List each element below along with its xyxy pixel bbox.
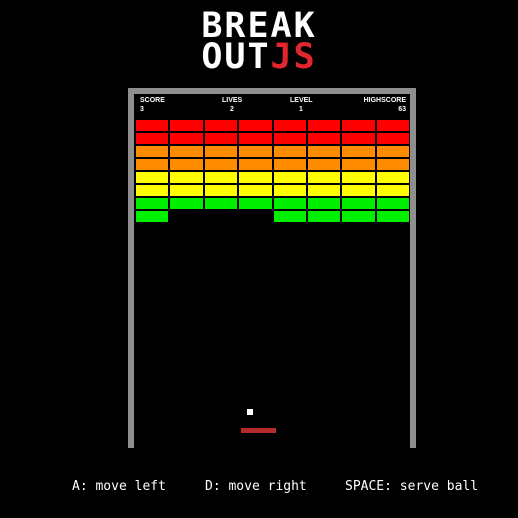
logo-line-2: OUTJS bbox=[0, 40, 518, 75]
brick bbox=[272, 184, 307, 197]
brick bbox=[375, 197, 410, 210]
brick bbox=[306, 197, 342, 210]
brick bbox=[203, 145, 239, 158]
left-wall bbox=[128, 88, 134, 448]
brick bbox=[135, 171, 170, 184]
brick bbox=[238, 171, 273, 184]
logo-out-text: OUT bbox=[201, 37, 271, 77]
score-value: 3 bbox=[140, 106, 144, 113]
brick bbox=[272, 119, 307, 132]
brick bbox=[203, 171, 239, 184]
brick bbox=[306, 171, 342, 184]
brick bbox=[238, 132, 273, 145]
hud-score: SCORE 3 bbox=[140, 96, 165, 114]
lives-label: LIVES bbox=[222, 97, 243, 104]
brick bbox=[135, 184, 170, 197]
level-label: LEVEL bbox=[290, 97, 313, 104]
brick bbox=[135, 119, 170, 132]
controls-hint-bar: A: move left D: move right SPACE: serve … bbox=[0, 479, 518, 495]
brick bbox=[341, 132, 376, 145]
brick bbox=[135, 158, 170, 171]
brick bbox=[306, 184, 342, 197]
ball bbox=[247, 409, 253, 415]
hud-highscore: HIGHSCORE 63 bbox=[360, 96, 406, 114]
brick bbox=[272, 197, 307, 210]
brick bbox=[341, 184, 376, 197]
brick bbox=[203, 184, 239, 197]
brick bbox=[306, 132, 342, 145]
brick bbox=[203, 119, 239, 132]
brick bbox=[341, 197, 376, 210]
brick bbox=[272, 145, 307, 158]
brick bbox=[169, 158, 204, 171]
game-field: SCORE 3 LIVES 2 LEVEL 1 HIGHSCORE 63 bbox=[128, 88, 416, 448]
brick-grid bbox=[135, 119, 410, 223]
brick bbox=[375, 184, 410, 197]
brick bbox=[375, 171, 410, 184]
brick bbox=[169, 171, 204, 184]
brick bbox=[238, 197, 273, 210]
brick bbox=[341, 171, 376, 184]
brick bbox=[375, 119, 410, 132]
brick bbox=[135, 210, 170, 223]
brick bbox=[203, 158, 239, 171]
right-wall bbox=[410, 88, 416, 448]
logo-js-text: JS bbox=[270, 37, 317, 77]
brick bbox=[341, 210, 376, 223]
hint-serve-ball: SPACE: serve ball bbox=[345, 479, 479, 494]
brick bbox=[135, 197, 170, 210]
brick bbox=[375, 132, 410, 145]
brick bbox=[238, 158, 273, 171]
highscore-label: HIGHSCORE bbox=[363, 97, 406, 104]
brick bbox=[169, 197, 204, 210]
hud-level: LEVEL 1 bbox=[290, 96, 313, 114]
brick bbox=[203, 197, 239, 210]
brick bbox=[375, 158, 410, 171]
brick bbox=[306, 119, 342, 132]
brick bbox=[375, 145, 410, 158]
brick bbox=[135, 132, 170, 145]
hud-lives: LIVES 2 bbox=[222, 96, 242, 114]
hint-move-left: A: move left bbox=[72, 479, 166, 494]
paddle bbox=[241, 428, 276, 433]
brick bbox=[135, 145, 170, 158]
brick bbox=[272, 132, 307, 145]
top-wall bbox=[128, 88, 416, 94]
score-label: SCORE bbox=[140, 97, 165, 104]
brick bbox=[203, 132, 239, 145]
brick bbox=[238, 184, 273, 197]
brick bbox=[341, 158, 376, 171]
brick bbox=[169, 119, 204, 132]
brick bbox=[169, 145, 204, 158]
level-value: 1 bbox=[299, 106, 303, 113]
highscore-value: 63 bbox=[398, 106, 406, 113]
brick bbox=[306, 158, 342, 171]
lives-value: 2 bbox=[230, 106, 234, 113]
brick bbox=[272, 158, 307, 171]
brick bbox=[169, 132, 204, 145]
brick bbox=[341, 145, 376, 158]
brick bbox=[306, 145, 342, 158]
brick bbox=[238, 145, 273, 158]
brick bbox=[169, 184, 204, 197]
hint-move-right: D: move right bbox=[205, 479, 307, 494]
brick bbox=[341, 119, 376, 132]
brick bbox=[272, 171, 307, 184]
brick bbox=[375, 210, 410, 223]
brick bbox=[238, 119, 273, 132]
brick bbox=[272, 210, 307, 223]
brick bbox=[306, 210, 342, 223]
